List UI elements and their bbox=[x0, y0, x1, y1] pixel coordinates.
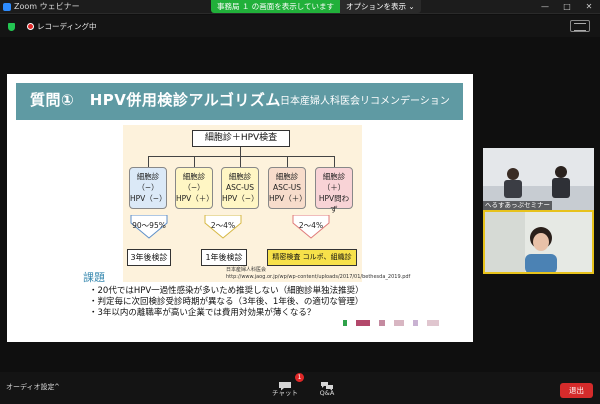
maximize-button[interactable]: □ bbox=[556, 0, 578, 14]
view-layout-icon[interactable] bbox=[570, 20, 590, 32]
exit-button[interactable]: 退出 bbox=[560, 383, 593, 398]
audio-settings-button[interactable]: オーディオ設定 bbox=[6, 382, 55, 392]
bullet-item: ・20代ではHPV一過性感染が多いため推奨しない（細胞診単独法推奨） bbox=[89, 286, 364, 296]
shared-slide: 質問① HPV併用検診アルゴリズム 日本産婦人科医会リコメンデーション 細胞診＋… bbox=[7, 74, 473, 342]
qa-button[interactable]: Q&A bbox=[312, 376, 342, 402]
speaker-video-frame bbox=[485, 212, 592, 272]
pixelated-watermark bbox=[343, 320, 455, 328]
connector bbox=[148, 156, 149, 167]
zoom-logo-icon bbox=[3, 3, 11, 11]
slide-header: 質問① HPV併用検診アルゴリズム 日本産婦人科医会リコメンデーション bbox=[16, 83, 463, 120]
connector bbox=[334, 156, 335, 167]
close-button[interactable]: ✕ bbox=[578, 0, 600, 14]
connector bbox=[240, 156, 241, 167]
bullet-item: ・判定毎に次回検診受診時期が異なる（3年後、1年後、の適切な管理） bbox=[89, 297, 364, 307]
recording-icon bbox=[27, 23, 34, 30]
source-citation: 日本産婦人科医会 http://www.jaog.or.jp/wp/wp-con… bbox=[226, 267, 410, 281]
source-url: http://www.jaog.or.jp/wp/wp-content/uplo… bbox=[226, 274, 411, 280]
qa-icon bbox=[320, 376, 334, 391]
slide-title: 質問① HPV併用検診アルゴリズム bbox=[30, 91, 281, 109]
topic-label: 課題 bbox=[83, 271, 105, 284]
category-node: 細胞診 ASC-US HPV（−） bbox=[221, 167, 259, 209]
share-status-text: 事務局 １ の画面を表示しています bbox=[211, 0, 341, 13]
category-node: 細胞診 ASC-US HPV（＋） bbox=[268, 167, 307, 209]
zoom-window: Zoom ウェビナー 事務局 １ の画面を表示しています オプションを表示 ⌄ … bbox=[0, 0, 600, 404]
source-org: 日本産婦人科医会 bbox=[226, 267, 267, 273]
result-box: 1年後検診 bbox=[201, 249, 247, 266]
meeting-info-bar: レコーディング中 bbox=[0, 15, 600, 37]
chat-icon: 1 bbox=[278, 373, 304, 391]
category-node: 細胞診（−） HPV（−） bbox=[129, 167, 167, 209]
slide-subtitle: 日本産婦人科医会リコメンデーション bbox=[280, 96, 450, 107]
result-box: 精密検査 コルポ、組織診 bbox=[267, 249, 357, 266]
minimize-button[interactable]: — bbox=[534, 0, 556, 14]
recording-label: レコーディング中 bbox=[37, 22, 97, 31]
connector bbox=[148, 156, 334, 157]
chat-unread-badge: 1 bbox=[295, 373, 304, 382]
title-bar: Zoom ウェビナー 事務局 １ の画面を表示しています オプションを表示 ⌄ … bbox=[0, 0, 600, 14]
window-title: Zoom ウェビナー bbox=[14, 2, 80, 11]
bullet-list: ・20代ではHPV一過性感染が多いため推奨しない（細胞診単独法推奨） ・判定毎に… bbox=[89, 286, 364, 319]
percentage-label: 2～4% bbox=[298, 221, 324, 230]
category-node: 細胞診（＋） HPV問わず bbox=[315, 167, 353, 214]
screen-share-banner: 事務局 １ の画面を表示しています オプションを表示 ⌄ bbox=[211, 0, 421, 13]
algorithm-diagram: 細胞診＋HPV検査 細胞診（−） HPV（−） 細胞診（−） HPV（＋） 細胞… bbox=[123, 125, 362, 282]
video-tile-panelists[interactable]: へるすあっぷセミナー bbox=[483, 148, 594, 210]
connector bbox=[240, 147, 241, 156]
connector bbox=[287, 156, 288, 167]
view-options-button[interactable]: オプションを表示 ⌄ bbox=[340, 0, 421, 13]
chevron-up-icon[interactable]: ^ bbox=[54, 382, 60, 392]
result-box: 3年後検診 bbox=[127, 249, 171, 266]
security-shield-icon[interactable] bbox=[8, 23, 15, 31]
connector bbox=[194, 156, 195, 167]
percentage-label: 2～4% bbox=[210, 221, 236, 230]
video-tile-active-speaker[interactable] bbox=[483, 210, 594, 274]
bullet-item: ・3年以内の離職率が高い企業では費用対効果が薄くなる？ bbox=[89, 308, 316, 318]
bottom-toolbar: オーディオ設定 ^ 1 チャット Q&A bbox=[0, 372, 600, 404]
chat-button[interactable]: 1 チャット bbox=[270, 373, 304, 402]
video-name-label: へるすあっぷセミナー bbox=[483, 201, 552, 210]
diagram-root-node: 細胞診＋HPV検査 bbox=[192, 130, 290, 147]
category-node: 細胞診（−） HPV（＋） bbox=[175, 167, 214, 209]
percentage-label: 90～95% bbox=[132, 221, 166, 230]
